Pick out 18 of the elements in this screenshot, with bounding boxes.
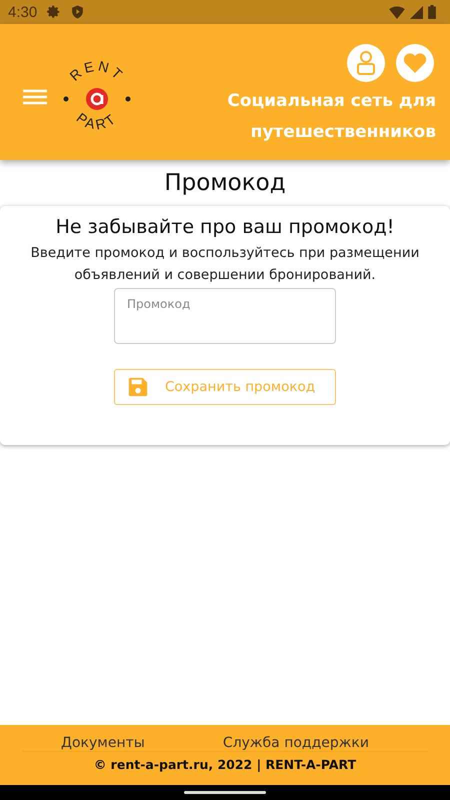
gear-icon xyxy=(47,5,62,19)
footer-link[interactable]: Служба поддержки xyxy=(222,735,369,751)
menu-icon[interactable] xyxy=(23,89,47,105)
tagline: Социальная сеть для путешественников xyxy=(226,90,436,144)
promo-code-field[interactable]: Промокод xyxy=(114,288,336,344)
page-title: Промокод xyxy=(163,170,287,196)
card-heading: Не забывайте про ваш промокод! xyxy=(56,216,394,238)
wifi-icon xyxy=(389,6,405,18)
profile-icon[interactable] xyxy=(347,44,385,82)
battery-icon xyxy=(428,5,436,19)
footer-link[interactable]: Документы xyxy=(61,735,145,751)
copyright-text: © rent-a-part.ru, 2022 | RENT-A-PART xyxy=(92,757,358,772)
signal-icon xyxy=(410,6,423,18)
card-description: Введите промокод и воспользуйтесь при размещении объявлений и совершении бронирований. xyxy=(30,244,420,285)
shield-icon xyxy=(71,5,84,19)
logo[interactable]: RENT PART xyxy=(61,57,133,137)
home-handle[interactable] xyxy=(184,791,266,794)
status-time: 4:30 xyxy=(8,4,38,20)
